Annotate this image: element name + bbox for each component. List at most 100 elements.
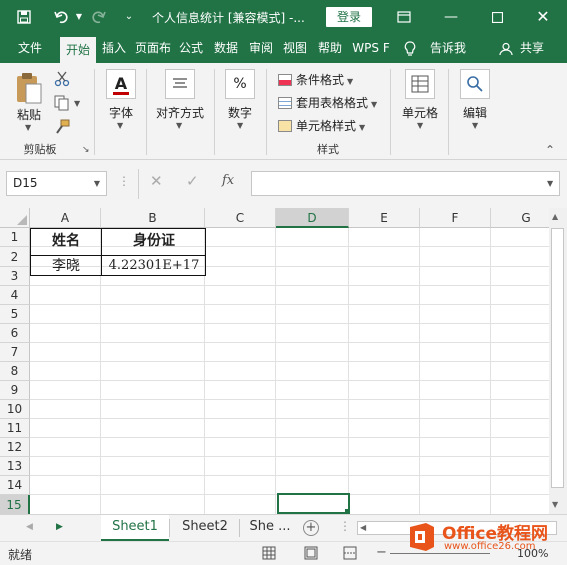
next-sheet-icon[interactable]: ▶ [56,522,63,532]
font-button[interactable]: 字体 [100,104,142,121]
name-box[interactable]: D15 ▼ [6,171,107,196]
cell-styles-button[interactable]: 单元格样式 ▼ [278,117,365,134]
zoom-out-icon[interactable]: − [376,545,387,560]
cell-a1[interactable]: 姓名 [31,228,101,255]
insert-function-button[interactable]: fx [222,173,234,188]
percent-icon[interactable]: % [225,69,255,99]
select-all-corner[interactable] [0,208,30,228]
tab-page-layout[interactable]: 页面布 [132,34,174,63]
cells-icon[interactable] [405,69,435,99]
scroll-down-icon[interactable]: ▼ [552,500,558,509]
paste-dropdown-icon[interactable]: ▼ [25,123,31,132]
tab-wps[interactable]: WPS F [349,34,393,63]
active-cell-d15[interactable] [277,493,350,514]
page-layout-view-icon[interactable] [304,546,318,563]
save-icon[interactable] [14,0,34,36]
sheet-tab-3[interactable]: She ... [244,515,296,541]
cell-b1[interactable]: 身份证 [102,228,206,255]
cells-button[interactable]: 单元格 [398,104,442,121]
row-header-8[interactable]: 8 [0,362,30,381]
scroll-thumb[interactable] [551,228,564,488]
font-dropdown-icon[interactable]: ▼ [117,121,123,130]
format-as-table-button[interactable]: 套用表格格式 ▼ [278,94,377,111]
column-header-f[interactable]: F [420,208,491,228]
login-button[interactable]: 登录 [326,7,372,27]
cell-b2[interactable]: 4.22301E+17 [102,256,206,276]
row-header-2[interactable]: 2 [0,247,30,267]
redo-icon[interactable] [86,0,110,36]
number-dropdown-icon[interactable]: ▼ [237,121,243,130]
copy-dropdown-icon[interactable]: ▼ [74,99,80,108]
row-header-7[interactable]: 7 [0,343,30,362]
editing-button[interactable]: 编辑 [455,104,495,121]
collapse-ribbon-icon[interactable]: ⌃ [545,143,555,157]
row-header-10[interactable]: 10 [0,400,30,419]
column-header-e[interactable]: E [349,208,420,228]
undo-dropdown-icon[interactable]: ▼ [74,0,84,34]
cancel-icon[interactable]: ✕ [150,172,163,190]
column-header-d[interactable]: D [276,208,349,228]
tab-data[interactable]: 数据 [209,34,243,63]
paste-button[interactable]: 粘贴 [12,106,46,123]
page-break-view-icon[interactable] [343,546,357,563]
column-header-g[interactable]: G [491,208,549,228]
prev-sheet-icon[interactable]: ◀ [26,522,33,532]
column-header-b[interactable]: B [101,208,205,228]
column-header-c[interactable]: C [205,208,276,228]
copy-icon[interactable] [54,95,70,111]
customize-toolbar-icon[interactable]: ⌄ [120,0,138,34]
column-header-a[interactable]: A [30,208,101,228]
row-header-4[interactable]: 4 [0,286,30,305]
tab-formulas[interactable]: 公式 [175,34,207,63]
expand-formula-icon[interactable]: ▼ [547,179,553,188]
sheet-tab-2[interactable]: Sheet2 [172,515,238,541]
row-header-14[interactable]: 14 [0,476,30,495]
row-header-13[interactable]: 13 [0,457,30,476]
font-icon[interactable]: A [106,69,136,99]
conditional-format-button[interactable]: 条件格式 ▼ [278,71,353,88]
vertical-scrollbar[interactable]: ▲ ▼ [549,208,567,514]
scroll-left-icon[interactable]: ◀ [360,522,366,534]
add-sheet-icon[interactable]: + [303,520,319,536]
name-box-dropdown-icon[interactable]: ▼ [94,172,100,195]
cells-dropdown-icon[interactable]: ▼ [417,121,423,130]
close-icon[interactable]: ✕ [520,0,566,34]
number-button[interactable]: 数字 [220,104,260,121]
clipboard-launcher-icon[interactable]: ↘ [82,145,90,155]
tab-split-grip[interactable]: ⋮ [339,519,351,533]
minimize-icon[interactable]: — [428,0,474,34]
cut-icon[interactable] [54,71,70,87]
row-header-1[interactable]: 1 [0,228,30,247]
share-button[interactable]: 共享 [516,34,548,63]
sheet-tab-1[interactable]: Sheet1 [101,515,169,541]
tell-me-search[interactable]: 告诉我 [424,34,472,63]
tab-insert[interactable]: 插入 [98,34,130,63]
row-header-15[interactable]: 15 [0,495,30,514]
format-painter-icon[interactable] [54,119,70,135]
enter-icon[interactable]: ✓ [186,172,199,190]
share-person-icon[interactable] [496,34,516,63]
row-header-11[interactable]: 11 [0,419,30,438]
row-header-12[interactable]: 12 [0,438,30,457]
editing-dropdown-icon[interactable]: ▼ [472,121,478,130]
maximize-icon[interactable] [474,0,520,34]
tab-view[interactable]: 视图 [279,34,311,63]
cell-a2[interactable]: 李晓 [31,256,101,276]
row-header-5[interactable]: 5 [0,305,30,324]
scroll-up-icon[interactable]: ▲ [552,212,558,221]
tab-help[interactable]: 帮助 [313,34,347,63]
undo-icon[interactable] [50,0,74,36]
lightbulb-icon[interactable] [400,34,420,63]
formula-input[interactable] [251,171,560,196]
normal-view-icon[interactable] [262,546,276,563]
row-header-3[interactable]: 3 [0,267,30,286]
align-icon[interactable] [165,69,195,99]
row-header-9[interactable]: 9 [0,381,30,400]
worksheet-grid[interactable]: ABCDEFG 1 2 3 4 5 6 7 8 9 10 11 12 13 14 15 姓名 身份证 李晓 … [0,208,549,514]
ribbon-display-options-icon[interactable] [381,0,427,34]
alignment-dropdown-icon[interactable]: ▼ [176,121,182,130]
search-icon[interactable] [460,69,490,99]
tab-review[interactable]: 审阅 [245,34,277,63]
alignment-button[interactable]: 对齐方式 [152,104,208,121]
row-header-6[interactable]: 6 [0,324,30,343]
